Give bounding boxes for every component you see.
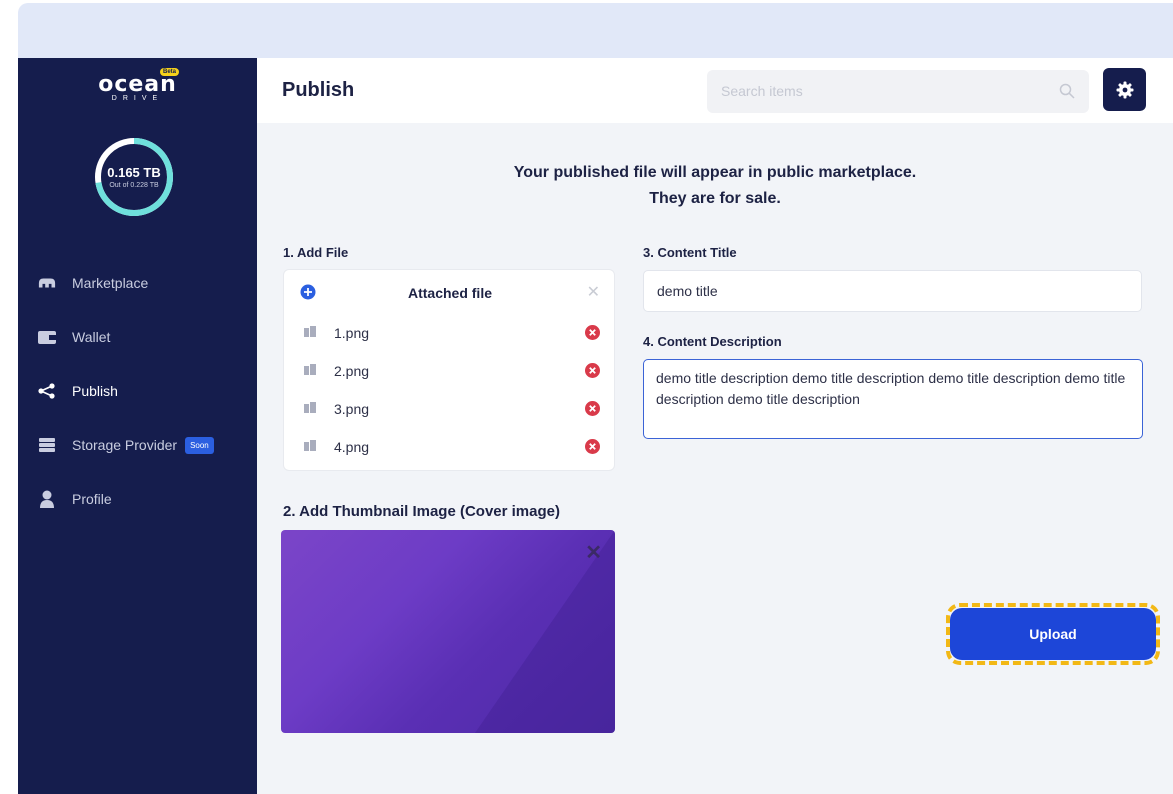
- sidebar: ocean DRIVE Beta 0.165 TB Out of 0.228 T…: [18, 58, 257, 794]
- main-content: Publish Search items Your published file…: [257, 58, 1173, 794]
- attached-files-card: Attached file ✕ 1.png 2.png 3.png 4.png: [283, 269, 615, 471]
- search-placeholder: Search items: [721, 83, 803, 99]
- logo-word: ocean: [98, 72, 177, 97]
- content-title-input[interactable]: demo title: [643, 270, 1142, 312]
- header: Publish Search items: [257, 58, 1173, 123]
- wallet-icon: [38, 328, 56, 346]
- sidebar-item-label: Storage Provider: [72, 437, 178, 453]
- thumbnail-label: 2. Add Thumbnail Image (Cover image): [283, 503, 560, 520]
- file-icon: [304, 364, 316, 375]
- share-icon: [38, 382, 56, 400]
- file-name: 1.png: [334, 325, 370, 341]
- remove-file-icon[interactable]: [585, 363, 600, 378]
- file-row: 4.png: [284, 428, 616, 466]
- remove-file-icon[interactable]: [585, 401, 600, 416]
- search-icon[interactable]: [1059, 83, 1075, 99]
- thumbnail-preview[interactable]: ✕: [281, 530, 615, 733]
- notice-line-1: Your published file will appear in publi…: [513, 164, 917, 181]
- sidebar-nav: Marketplace Wallet Publish Storage Provi…: [18, 256, 257, 526]
- sidebar-item-marketplace[interactable]: Marketplace: [18, 256, 257, 310]
- publish-notice: Your published file will appear in publi…: [257, 160, 1173, 212]
- sidebar-item-label: Marketplace: [72, 275, 149, 291]
- upload-highlight: [946, 603, 1160, 665]
- sidebar-item-profile[interactable]: Profile: [18, 472, 257, 526]
- settings-button[interactable]: [1103, 68, 1146, 111]
- file-row: 1.png: [284, 314, 616, 352]
- attached-files-header: Attached file ✕: [284, 282, 616, 302]
- storage-used: 0.165 TB: [107, 165, 161, 180]
- storage-total: Out of 0.228 TB: [109, 182, 159, 189]
- user-icon: [38, 490, 56, 508]
- sidebar-item-wallet[interactable]: Wallet: [18, 310, 257, 364]
- sidebar-item-publish[interactable]: Publish: [18, 364, 257, 418]
- logo-sub: DRIVE: [111, 95, 164, 102]
- sidebar-item-label: Profile: [72, 491, 112, 507]
- close-icon[interactable]: ✕: [587, 282, 600, 302]
- file-icon: [304, 402, 316, 413]
- file-icon: [304, 440, 316, 451]
- notice-line-2: They are for sale.: [649, 190, 781, 207]
- storage-summary: 0.165 TB Out of 0.228 TB: [93, 136, 175, 218]
- remove-thumbnail-icon[interactable]: ✕: [585, 540, 602, 565]
- page-title: Publish: [282, 79, 355, 101]
- sidebar-item-storage-provider[interactable]: Storage Provider Soon: [18, 418, 257, 472]
- remove-file-icon[interactable]: [585, 439, 600, 454]
- soon-badge: Soon: [185, 436, 214, 454]
- logo[interactable]: ocean DRIVE Beta: [18, 68, 257, 102]
- content-description-input[interactable]: demo title description demo title descri…: [643, 359, 1143, 439]
- search-input[interactable]: Search items: [707, 70, 1089, 113]
- file-row: 2.png: [284, 352, 616, 390]
- beta-badge: Beta: [160, 68, 180, 76]
- file-name: 4.png: [334, 439, 370, 455]
- content-title-label: 3. Content Title: [643, 245, 737, 260]
- sidebar-item-label: Wallet: [72, 329, 111, 345]
- storage-icon: [38, 436, 56, 454]
- file-icon: [304, 326, 316, 337]
- gear-icon: [1116, 81, 1133, 98]
- file-row: 3.png: [284, 390, 616, 428]
- file-name: 2.png: [334, 363, 370, 379]
- content-description-label: 4. Content Description: [643, 334, 782, 349]
- page-frame: ocean DRIVE Beta 0.165 TB Out of 0.228 T…: [18, 3, 1173, 794]
- remove-file-icon[interactable]: [585, 325, 600, 340]
- sidebar-item-label: Publish: [72, 383, 118, 399]
- file-name: 3.png: [334, 401, 370, 417]
- marketplace-icon: [38, 274, 56, 292]
- attached-file-title: Attached file: [407, 285, 492, 301]
- add-file-label: 1. Add File: [283, 245, 349, 260]
